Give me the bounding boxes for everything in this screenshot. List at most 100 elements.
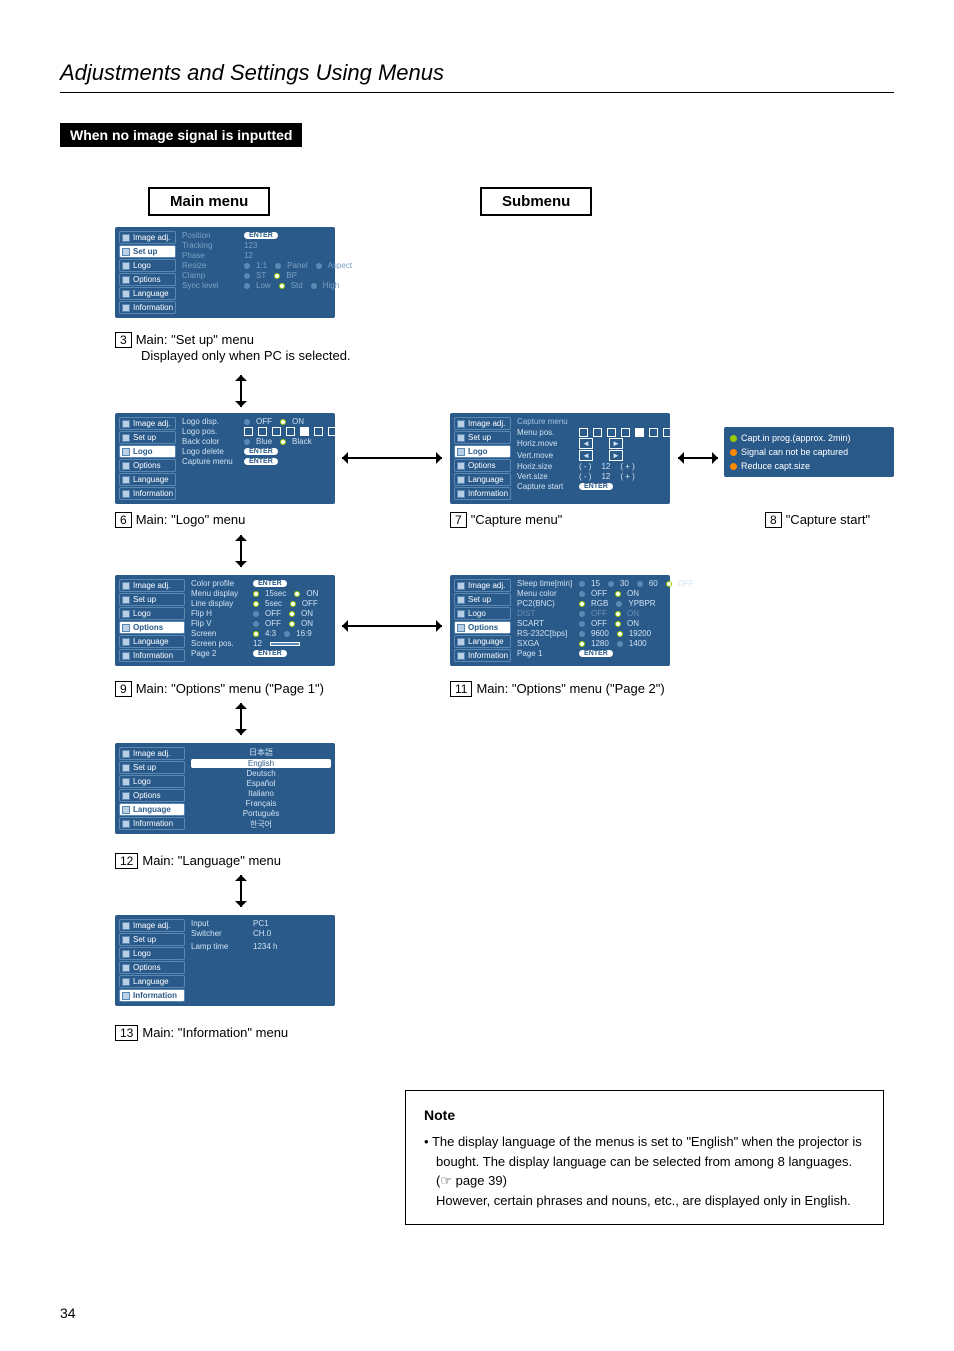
menu-item-options: Options bbox=[119, 621, 185, 634]
enter-badge: ENTER bbox=[253, 650, 287, 657]
menu-icon bbox=[457, 582, 465, 590]
language-option: Español bbox=[191, 779, 331, 788]
caption-num: 3 bbox=[115, 332, 132, 348]
status-bullet-icon bbox=[730, 463, 737, 470]
arrow-down-icon bbox=[240, 703, 242, 735]
position-cell bbox=[607, 428, 616, 437]
panel-capture-start: Capt.in prog.(approx. 2min)Signal can no… bbox=[724, 427, 894, 477]
caption-capture-start: 8"Capture start" bbox=[765, 512, 870, 528]
menu-icon bbox=[457, 652, 465, 660]
menu-icon bbox=[122, 750, 130, 758]
language-option: Français bbox=[191, 799, 331, 808]
enter-badge: ENTER bbox=[579, 650, 613, 657]
menu-item-imageadj: Image adj. bbox=[454, 417, 511, 430]
position-cell bbox=[258, 427, 267, 436]
submenu-header: Submenu bbox=[480, 187, 592, 216]
menu-item-imageadj: Image adj. bbox=[454, 579, 511, 592]
menu-icon bbox=[122, 992, 130, 1000]
menu-item-logo: Logo bbox=[119, 607, 185, 620]
menu-icon bbox=[122, 652, 130, 660]
menu-item-imageadj: Image adj. bbox=[119, 919, 185, 932]
menu-item-setup: Set up bbox=[119, 245, 176, 258]
menu-item-information: Information bbox=[454, 487, 511, 500]
menu-icon bbox=[122, 764, 130, 772]
menu-icon bbox=[122, 778, 130, 786]
enter-badge: ENTER bbox=[244, 448, 278, 455]
menu-icon bbox=[122, 792, 130, 800]
section-banner: When no image signal is inputted bbox=[60, 123, 302, 147]
position-cell bbox=[314, 427, 323, 436]
position-cell bbox=[677, 428, 686, 437]
note-box: Note • The display language of the menus… bbox=[405, 1090, 884, 1225]
menu-icon bbox=[122, 922, 130, 930]
menu-icon bbox=[457, 420, 465, 428]
menu-item-setup: Set up bbox=[119, 593, 185, 606]
note-body: • The display language of the menus is s… bbox=[424, 1132, 865, 1210]
panel-options-p1: Image adj.Set upLogoOptionsLanguageInfor… bbox=[115, 575, 335, 666]
panel-information: Image adj.Set upLogoOptionsLanguageInfor… bbox=[115, 915, 335, 1006]
menu-icon bbox=[122, 476, 130, 484]
menu-item-options: Options bbox=[454, 459, 511, 472]
menu-icon bbox=[122, 610, 130, 618]
menu-icon bbox=[457, 610, 465, 618]
menu-item-options: Options bbox=[119, 459, 176, 472]
menu-item-language: Language bbox=[119, 473, 176, 486]
menu-item-logo: Logo bbox=[454, 607, 511, 620]
menu-item-setup: Set up bbox=[119, 761, 185, 774]
menu-icon bbox=[457, 638, 465, 646]
language-option: 日本語 bbox=[191, 747, 331, 758]
menu-item-setup: Set up bbox=[454, 593, 511, 606]
arrow-right-icon bbox=[342, 625, 442, 627]
menu-item-logo: Logo bbox=[119, 775, 185, 788]
caption-options-p2: 11Main: "Options" menu ("Page 2") bbox=[450, 681, 665, 697]
menu-item-language: Language bbox=[119, 803, 185, 816]
arrow-icon: ◄ bbox=[579, 450, 593, 461]
position-cell bbox=[649, 428, 658, 437]
caption-capture-menu: 7"Capture menu" bbox=[450, 512, 562, 528]
menu-icon bbox=[122, 262, 130, 270]
page-title: Adjustments and Settings Using Menus bbox=[60, 60, 894, 93]
arrow-icon: ◄ bbox=[579, 438, 593, 449]
menu-item-logo: Logo bbox=[454, 445, 511, 458]
arrow-icon: ► bbox=[609, 450, 623, 461]
position-cell bbox=[691, 428, 700, 437]
menu-item-options: Options bbox=[119, 789, 185, 802]
panel-setup: Image adj.Set upLogoOptionsLanguageInfor… bbox=[115, 227, 335, 318]
menu-icon bbox=[122, 290, 130, 298]
caption-setup: 3Main: "Set up" menu Displayed only when… bbox=[115, 332, 351, 363]
menu-icon bbox=[122, 638, 130, 646]
menu-icon bbox=[122, 462, 130, 470]
enter-badge: ENTER bbox=[244, 232, 278, 239]
menu-icon bbox=[122, 806, 130, 814]
menu-item-information: Information bbox=[119, 989, 185, 1002]
menu-item-imageadj: Image adj. bbox=[119, 417, 176, 430]
note-title: Note bbox=[424, 1105, 865, 1126]
menu-icon bbox=[122, 448, 130, 456]
menu-icon bbox=[122, 978, 130, 986]
position-cell bbox=[635, 428, 644, 437]
position-cell bbox=[300, 427, 309, 436]
language-option: Deutsch bbox=[191, 769, 331, 778]
menu-item-language: Language bbox=[119, 635, 185, 648]
bar-icon bbox=[270, 642, 300, 646]
menu-icon bbox=[122, 490, 130, 498]
menu-item-imageadj: Image adj. bbox=[119, 747, 185, 760]
menu-icon bbox=[122, 950, 130, 958]
position-cell bbox=[272, 427, 281, 436]
position-cell bbox=[593, 428, 602, 437]
diagram: Main menu Submenu Image adj.Set upLogoOp… bbox=[60, 187, 890, 1087]
position-cell bbox=[342, 427, 351, 436]
menu-icon bbox=[457, 624, 465, 632]
menu-icon bbox=[122, 624, 130, 632]
language-option: English bbox=[191, 759, 331, 768]
menu-item-information: Information bbox=[119, 817, 185, 830]
menu-item-imageadj: Image adj. bbox=[119, 579, 185, 592]
position-cell bbox=[286, 427, 295, 436]
position-cell bbox=[621, 428, 630, 437]
arrow-right-icon bbox=[342, 457, 442, 459]
menu-icon bbox=[122, 582, 130, 590]
menu-item-language: Language bbox=[119, 287, 176, 300]
panel-language: Image adj.Set upLogoOptionsLanguageInfor… bbox=[115, 743, 335, 834]
panel-logo: Image adj.Set upLogoOptionsLanguageInfor… bbox=[115, 413, 335, 504]
menu-icon bbox=[122, 248, 130, 256]
